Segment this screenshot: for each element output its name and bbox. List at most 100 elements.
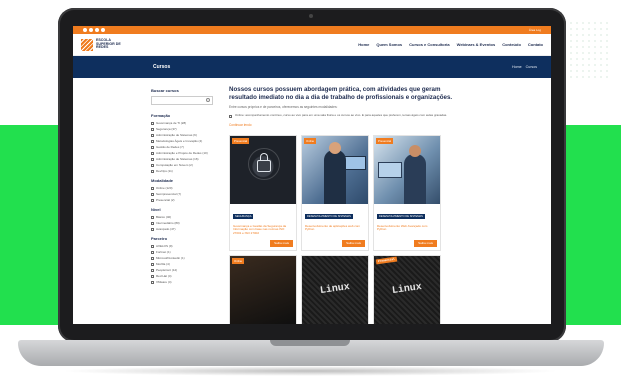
filter-checkbox[interactable]: Básico (40) (151, 215, 223, 219)
filter-checkbox[interactable]: Computação em Nuvem (2) (151, 163, 223, 167)
filter-group-parceiro: Parceiro AXELOS (9) Fortinet (1) Microso… (151, 236, 223, 284)
continue-reading-link[interactable]: Continuar lendo (229, 123, 459, 127)
breadcrumb: Home Cursos (512, 65, 537, 69)
course-card[interactable]: Linux (301, 254, 369, 324)
modality-tag: Online (232, 257, 245, 264)
person-head (329, 141, 341, 154)
linux-text: Linux (319, 281, 351, 298)
nav-item-cursos[interactable]: Cursos e Consultoria (409, 42, 449, 47)
filter-checkbox[interactable]: Red Hat (4) (151, 274, 223, 278)
search-heading: Buscar cursos (151, 88, 179, 93)
main-column: Nossos cursos possuem abordagem prática,… (229, 86, 459, 324)
monitor-icon (378, 161, 402, 178)
filter-checkbox[interactable]: Administração de Sistemas (16) (151, 157, 223, 161)
filter-checkbox[interactable]: Administração de Sistemas (6) (151, 133, 223, 137)
filter-group-title: Nível (151, 207, 161, 212)
nav-item-webinars[interactable]: Webinars & Eventos (457, 42, 496, 47)
filter-checkbox[interactable]: Gestão de Redes (7) (151, 145, 223, 149)
site-header: ESCOLA SUPERIOR DE REDES Home Quem Somos… (73, 34, 551, 56)
filter-checkbox[interactable]: Semipresencial (7) (151, 192, 223, 196)
person-head (409, 144, 421, 157)
filter-checkbox[interactable]: Mozilla (4) (151, 262, 223, 266)
laptop-screen: Área Log ESCOLA SUPERIOR DE REDES Home Q… (73, 26, 551, 324)
nav-item-quem-somos[interactable]: Quem Somos (376, 42, 402, 47)
saiba-mais-button[interactable]: Saiba mais (270, 239, 293, 247)
saiba-mais-button[interactable]: Saiba mais (342, 239, 365, 247)
filter-group-title: Modalidade (151, 178, 174, 183)
filter-checkbox[interactable]: DevOps (11) (151, 169, 223, 173)
monitor-icon (344, 155, 366, 170)
content-area: Buscar cursos Formação Governança de TI … (73, 78, 551, 324)
filter-checkbox[interactable]: PeopleCert (12) (151, 268, 223, 272)
nav-item-contato[interactable]: Contato (528, 42, 543, 47)
filter-checkbox[interactable]: Avançado (47) (151, 227, 223, 231)
course-grid: Presencial SEGURANÇA Governança e Gestão… (229, 134, 459, 324)
filter-sidebar: Buscar cursos Formação Governança de TI … (151, 86, 223, 324)
course-image: Linux Presencial (374, 255, 440, 324)
filter-group-modalidade: Modalidade Online (120) Semipresencial (… (151, 178, 223, 202)
course-card[interactable]: Online DESENVOLVIMENTO DE SISTEMAS Desen… (301, 134, 369, 251)
saiba-mais-button[interactable]: Saiba mais (414, 239, 437, 247)
category-badge: SEGURANÇA (233, 213, 254, 219)
lock-icon (257, 159, 271, 172)
search-input[interactable] (151, 96, 213, 105)
course-title[interactable]: Desenvolvimento de aplicações web com Py… (305, 224, 365, 233)
filter-group-nivel: Nível Básico (40) Intermediário (80) Ava… (151, 207, 223, 231)
course-title[interactable]: Governança e Gestão da Segurança da Info… (233, 224, 293, 237)
person-figure (404, 153, 426, 204)
intro-bullet: Online: acompanhamento contínuo, curso a… (229, 113, 459, 118)
course-card[interactable]: Online (229, 254, 297, 324)
modality-tag: Presencial (375, 256, 398, 264)
filter-group-title: Parceiro (151, 236, 168, 241)
login-link[interactable]: Área Log (529, 28, 541, 32)
filter-checkbox[interactable]: Microsoft/Linkedin (1) (151, 256, 223, 260)
modality-tag: Presencial (232, 137, 250, 144)
course-card[interactable]: Presencial DESENVOLVIMENTO DE SISTEMAS D… (373, 134, 441, 251)
logo-text: ESCOLA SUPERIOR DE REDES (96, 37, 121, 50)
intro-headline: Nossos cursos possuem abordagem prática,… (229, 86, 453, 101)
course-card[interactable]: Linux Presencial (373, 254, 441, 324)
intro-subline: Entre cursos próprios e de parceiros, of… (229, 104, 338, 109)
course-image: Online (302, 135, 368, 204)
course-image: Presencial (374, 135, 440, 204)
filter-group-title: Formação (151, 113, 171, 118)
nav-item-conteudo[interactable]: Conteúdo (502, 42, 521, 47)
social-icons (83, 28, 105, 32)
breadcrumb-home[interactable]: Home (512, 65, 522, 69)
search-icon[interactable] (206, 98, 210, 102)
main-nav: Home Quem Somos Cursos e Consultoria Web… (358, 42, 543, 47)
webcam-icon (309, 14, 313, 18)
linkedin-icon[interactable] (95, 28, 99, 32)
filter-checkbox[interactable]: Intermediário (80) (151, 221, 223, 225)
filter-checkbox[interactable]: Segurança (37) (151, 127, 223, 131)
logo-mark-icon (81, 38, 93, 51)
course-card[interactable]: Presencial SEGURANÇA Governança e Gestão… (229, 134, 297, 251)
laptop-shadow (60, 366, 560, 376)
course-image: Linux (302, 255, 368, 324)
site-logo[interactable]: ESCOLA SUPERIOR DE REDES (81, 37, 126, 51)
modality-tag: Presencial (376, 137, 394, 144)
filter-checkbox[interactable]: Metodologias Ágeis e Inovação (4) (151, 139, 223, 143)
nav-item-home[interactable]: Home (358, 42, 369, 47)
filter-checkbox[interactable]: Fortinet (1) (151, 250, 223, 254)
filter-checkbox[interactable]: Presencial (2) (151, 198, 223, 202)
facebook-icon[interactable] (83, 28, 87, 32)
filter-checkbox[interactable]: Online (120) (151, 186, 223, 190)
page-title: Cursos (153, 64, 171, 70)
course-image: Presencial (230, 135, 296, 204)
category-badge: DESENVOLVIMENTO DE SISTEMAS (305, 213, 353, 219)
filter-checkbox[interactable]: Governança de TI (28) (151, 121, 223, 125)
instagram-icon[interactable] (89, 28, 93, 32)
filter-checkbox[interactable]: Administração e Projeto de Redes (10) (151, 151, 223, 155)
course-title[interactable]: Desenvolvimento Web Avançado com Python (377, 224, 437, 233)
filter-group-formacao: Formação Governança de TI (28) Segurança… (151, 113, 223, 173)
filter-checkbox[interactable]: AXELOS (9) (151, 244, 223, 248)
laptop-base-notch (270, 340, 350, 346)
person-figure (324, 149, 346, 204)
filter-checkbox[interactable]: VMware (4) (151, 280, 223, 284)
linux-text: Linux (391, 281, 423, 298)
youtube-icon[interactable] (101, 28, 105, 32)
bullet-checkbox-icon (229, 114, 232, 118)
top-bar: Área Log (73, 26, 551, 34)
breadcrumb-current: Cursos (525, 65, 537, 69)
